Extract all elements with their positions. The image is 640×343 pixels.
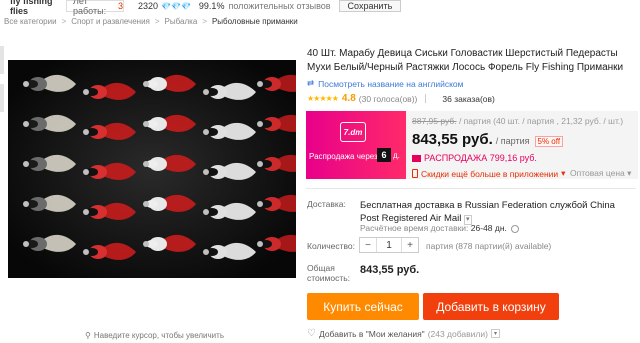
breadcrumb-separator: > (154, 17, 160, 26)
fishing-flies-image (8, 60, 296, 278)
app-discount-dropdown[interactable]: Скидки ещё больше в приложении ▾ (412, 168, 565, 179)
breadcrumb-lures[interactable]: Рыболовные приманки (212, 17, 298, 26)
delivery-eta-value: 26-48 дн. (470, 223, 507, 233)
add-to-cart-button[interactable]: Добавить в корзину (423, 293, 559, 320)
delivery-eta: Расчётное время доставки: 26-48 дн. (360, 223, 520, 233)
total-price: 843,55 руб. (360, 264, 420, 276)
store-name[interactable]: fly fishing flies (0, 0, 66, 16)
current-price: 843,55 руб. / партия 5% off (412, 131, 564, 148)
store-bar: fly fishing flies Лет работы: 3 2320 💎💎💎… (0, 0, 640, 16)
store-score-value: 2320 (138, 1, 159, 11)
quantity-label: Количество: (307, 241, 356, 251)
quantity-decrease-button[interactable]: − (360, 240, 376, 251)
delivery-eta-label: Расчётное время доставки: (360, 223, 469, 233)
add-to-wishlist-link[interactable]: ♡ Добавить в "Мои желания" (243 добавили… (307, 328, 500, 339)
breadcrumb-separator: > (61, 17, 67, 26)
zoom-hint: ⚲ Наведите курсор, чтобы увеличить (85, 331, 224, 340)
gallery-thumbnail[interactable] (0, 46, 4, 74)
delivery-label: Доставка: (307, 199, 346, 209)
positive-feedback-percent: 99.1% (198, 1, 225, 11)
zoom-hint-text: Наведите курсор, чтобы увеличить (93, 331, 224, 340)
current-price-unit: / партия (495, 136, 530, 146)
discount-badge: 5% off (534, 136, 564, 147)
info-icon[interactable] (511, 224, 520, 233)
chevron-down-icon: ▾ (627, 168, 632, 178)
breadcrumb-all-categories[interactable]: Все категории (4, 17, 57, 26)
old-price-value: 887,95 руб. (412, 116, 457, 126)
current-price-value: 843,55 руб. (412, 131, 493, 148)
chevron-down-icon[interactable]: ▾ (490, 329, 500, 338)
diamond-rank-icon: 💎💎💎 (161, 1, 191, 11)
zoom-icon: ⚲ (85, 331, 91, 340)
sale-countdown-unit: д. (393, 151, 400, 160)
divider (306, 188, 636, 189)
divider (425, 94, 427, 103)
sale-price: РАСПРОДАЖА 799,16 руб. (412, 153, 537, 163)
store-years-label: Лет работы: (73, 0, 107, 16)
app-discount-text: Скидки ещё больше в приложении (421, 168, 559, 179)
rating-row: ★★★★★ 4.8 (30 голоса(ов)) 36 заказа(ов) (307, 93, 495, 104)
wishlist-text: Добавить в "Мои желания" (318, 328, 425, 339)
total-label-line2: стоимость: (307, 273, 351, 283)
sale-logo: 7.dm (340, 122, 366, 142)
save-store-button[interactable]: Сохранить (338, 0, 402, 12)
old-price: 887,95 руб. / партия (40 шт. / партия , … (412, 116, 623, 126)
breadcrumb-sport[interactable]: Спорт и развлечения (71, 17, 150, 26)
gallery-thumbnail[interactable] (0, 84, 4, 112)
wholesale-price-dropdown[interactable]: Оптовая цена ▾ (570, 168, 631, 179)
product-image[interactable] (8, 60, 296, 278)
product-title: 40 Шт. Марабу Девица Сиськи Головастик Ш… (307, 48, 624, 73)
breadcrumb: Все категории > Спорт и развлечения > Ры… (4, 17, 298, 26)
sale-countdown-value: 6 (377, 148, 391, 162)
store-years: Лет работы: 3 (66, 0, 124, 16)
translate-icon: ⇄ (307, 78, 315, 88)
heart-icon: ♡ (307, 328, 316, 339)
breadcrumb-separator: > (202, 17, 207, 26)
quantity-available: партия (878 партии(й) available) (426, 241, 552, 251)
translate-title-text: Посмотреть название на английском (318, 78, 464, 89)
quantity-stepper: − 1 + (359, 237, 419, 253)
total-label: Общая стоимость: (307, 263, 350, 283)
translate-title-link[interactable]: ⇄ Посмотреть название на английском (307, 78, 463, 89)
sale-price-text: РАСПРОДАЖА 799,16 руб. (424, 153, 537, 163)
quantity-increase-button[interactable]: + (402, 240, 418, 251)
breadcrumb-fishing[interactable]: Рыбалка (165, 17, 198, 26)
rating-votes[interactable]: (30 голоса(ов)) (359, 94, 418, 104)
star-rating-icon: ★★★★★ (307, 94, 339, 103)
buy-now-button[interactable]: Купить сейчас (307, 293, 419, 320)
store-score: 2320 💎💎💎 (138, 1, 191, 11)
price-box: 887,95 руб. / партия (40 шт. / партия , … (406, 111, 638, 179)
phone-icon (412, 169, 418, 178)
wishlist-count: (243 добавили) (427, 328, 488, 339)
sale-countdown-label: Распродажа через (309, 152, 378, 161)
old-price-suffix: / партия (40 шт. / партия , 21,32 руб. /… (458, 116, 624, 126)
orders-count: 36 заказа(ов) (442, 93, 495, 104)
total-label-line1: Общая (307, 263, 335, 273)
delivery-option[interactable]: Бесплатная доставка в Russian Federation… (360, 199, 636, 225)
sale-tag-icon (412, 154, 421, 162)
chevron-down-icon: ▾ (561, 168, 566, 178)
delivery-text: Бесплатная доставка в Russian Federation… (360, 200, 615, 224)
positive-feedback-link[interactable]: положительных отзывов (228, 1, 330, 11)
store-years-value: 3 (117, 1, 123, 11)
quantity-input[interactable]: 1 (376, 238, 402, 252)
wholesale-price-text: Оптовая цена (570, 168, 625, 178)
rating-value[interactable]: 4.8 (342, 93, 356, 104)
sale-promo-banner: 7.dm Распродажа через 6 д. (306, 111, 406, 179)
